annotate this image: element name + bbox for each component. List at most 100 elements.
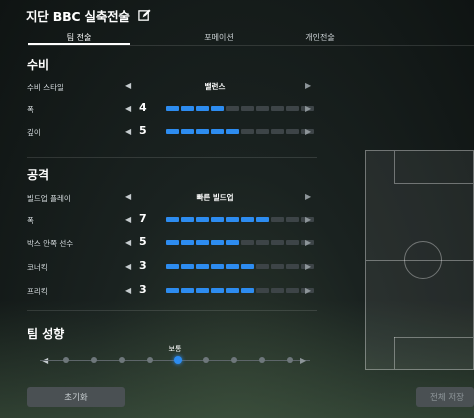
attack-width-decrease[interactable]: ◀ (125, 215, 131, 224)
bar-segment (271, 129, 284, 134)
pitch-top-box (394, 183, 473, 184)
bar-segment (226, 288, 239, 293)
team-tendency-title: 팀 성향 (27, 327, 65, 341)
defense-depth-increase[interactable]: ▶ (305, 127, 311, 136)
tendency-current-label: 보통 (168, 345, 182, 353)
defense-depth-value: 5 (139, 124, 147, 137)
defense-depth-label: 깊이 (27, 128, 41, 137)
tendency-slider-step[interactable] (147, 357, 153, 363)
attack-width-bar (166, 217, 314, 222)
bar-segment (226, 106, 239, 111)
tendency-slider-step[interactable] (231, 357, 237, 363)
pitch-bottom-box (394, 337, 395, 369)
tab-individual-tactics[interactable]: 개인전술 (272, 30, 368, 45)
bar-segment (271, 264, 284, 269)
bar-segment (211, 129, 224, 134)
bar-segment (166, 106, 179, 111)
pitch-bottom-box (394, 337, 473, 338)
bar-segment (181, 129, 194, 134)
bar-segment (256, 106, 269, 111)
bar-segment (271, 106, 284, 111)
corner-kick-value: 3 (139, 259, 147, 272)
bar-segment (166, 288, 179, 293)
bar-segment (286, 106, 299, 111)
bar-segment (166, 217, 179, 222)
bar-segment (211, 288, 224, 293)
defense-style-right-arrow[interactable]: ▶ (305, 81, 311, 90)
reset-button[interactable]: 초기화 (27, 387, 125, 407)
defense-width-decrease[interactable]: ◀ (125, 104, 131, 113)
defense-style-left-arrow[interactable]: ◀ (125, 81, 131, 90)
corner-kick-decrease[interactable]: ◀ (125, 262, 131, 271)
defense-depth-decrease[interactable]: ◀ (125, 127, 131, 136)
bar-segment (241, 106, 254, 111)
tab-formation[interactable]: 포메이션 (166, 30, 272, 45)
players-in-box-label: 박스 안쪽 선수 (27, 239, 74, 248)
tab-team-tactics[interactable]: 팀 전술 (28, 30, 130, 45)
bar-segment (181, 264, 194, 269)
bar-segment (241, 240, 254, 245)
bar-segment (286, 288, 299, 293)
bar-segment (196, 106, 209, 111)
buildup-right-arrow[interactable]: ▶ (305, 192, 311, 201)
pencil-edit-icon[interactable] (138, 8, 151, 22)
bar-segment (286, 240, 299, 245)
bar-segment (241, 129, 254, 134)
tendency-slider-step[interactable] (203, 357, 209, 363)
corner-kick-label: 코너킥 (27, 263, 48, 272)
bar-segment (286, 129, 299, 134)
tendency-slider-step[interactable] (119, 357, 125, 363)
section-divider (27, 310, 317, 311)
bar-segment (196, 240, 209, 245)
attack-width-increase[interactable]: ▶ (305, 215, 311, 224)
bar-segment (211, 106, 224, 111)
pitch-preview (365, 150, 474, 370)
bar-segment (211, 240, 224, 245)
bar-segment (256, 129, 269, 134)
bar-segment (226, 240, 239, 245)
defense-depth-bar (166, 129, 314, 134)
defense-width-bar (166, 106, 314, 111)
attack-title: 공격 (27, 168, 50, 182)
bar-segment (181, 288, 194, 293)
bar-segment (166, 264, 179, 269)
free-kick-value: 3 (139, 283, 147, 296)
bar-segment (166, 240, 179, 245)
players-in-box-value: 5 (139, 235, 147, 248)
tendency-slider-step[interactable] (259, 357, 265, 363)
corner-kick-increase[interactable]: ▶ (305, 262, 311, 271)
defense-width-value: 4 (139, 101, 147, 114)
tendency-slider-handle[interactable] (174, 356, 182, 364)
tendency-slider-step[interactable] (91, 357, 97, 363)
bar-segment (256, 240, 269, 245)
players-in-box-decrease[interactable]: ◀ (125, 238, 131, 247)
section-divider (27, 157, 317, 158)
free-kick-increase[interactable]: ▶ (305, 286, 311, 295)
bar-segment (226, 264, 239, 269)
defense-style-label: 수비 스타일 (27, 83, 64, 92)
buildup-left-arrow[interactable]: ◀ (125, 192, 131, 201)
bar-segment (196, 264, 209, 269)
players-in-box-increase[interactable]: ▶ (305, 238, 311, 247)
defense-style-value: 밸런스 (204, 82, 226, 91)
bar-segment (271, 217, 284, 222)
bar-segment (196, 129, 209, 134)
bar-segment (286, 217, 299, 222)
bar-segment (181, 240, 194, 245)
free-kick-bar (166, 288, 314, 293)
pitch-top-box (394, 151, 395, 183)
tendency-slider-step[interactable] (287, 357, 293, 363)
save-all-button[interactable]: 전체 저장 (416, 387, 474, 407)
defense-title: 수비 (27, 58, 50, 72)
bar-segment (196, 217, 209, 222)
buildup-value: 빠른 빌드업 (196, 193, 234, 202)
pitch-center-circle (404, 241, 442, 279)
tendency-slider-step[interactable] (63, 357, 69, 363)
tendency-right-arrow[interactable]: ▶ (300, 356, 306, 365)
bar-segment (226, 129, 239, 134)
free-kick-decrease[interactable]: ◀ (125, 286, 131, 295)
defense-width-increase[interactable]: ▶ (305, 104, 311, 113)
bar-segment (241, 217, 254, 222)
bar-segment (271, 288, 284, 293)
bar-segment (256, 217, 269, 222)
